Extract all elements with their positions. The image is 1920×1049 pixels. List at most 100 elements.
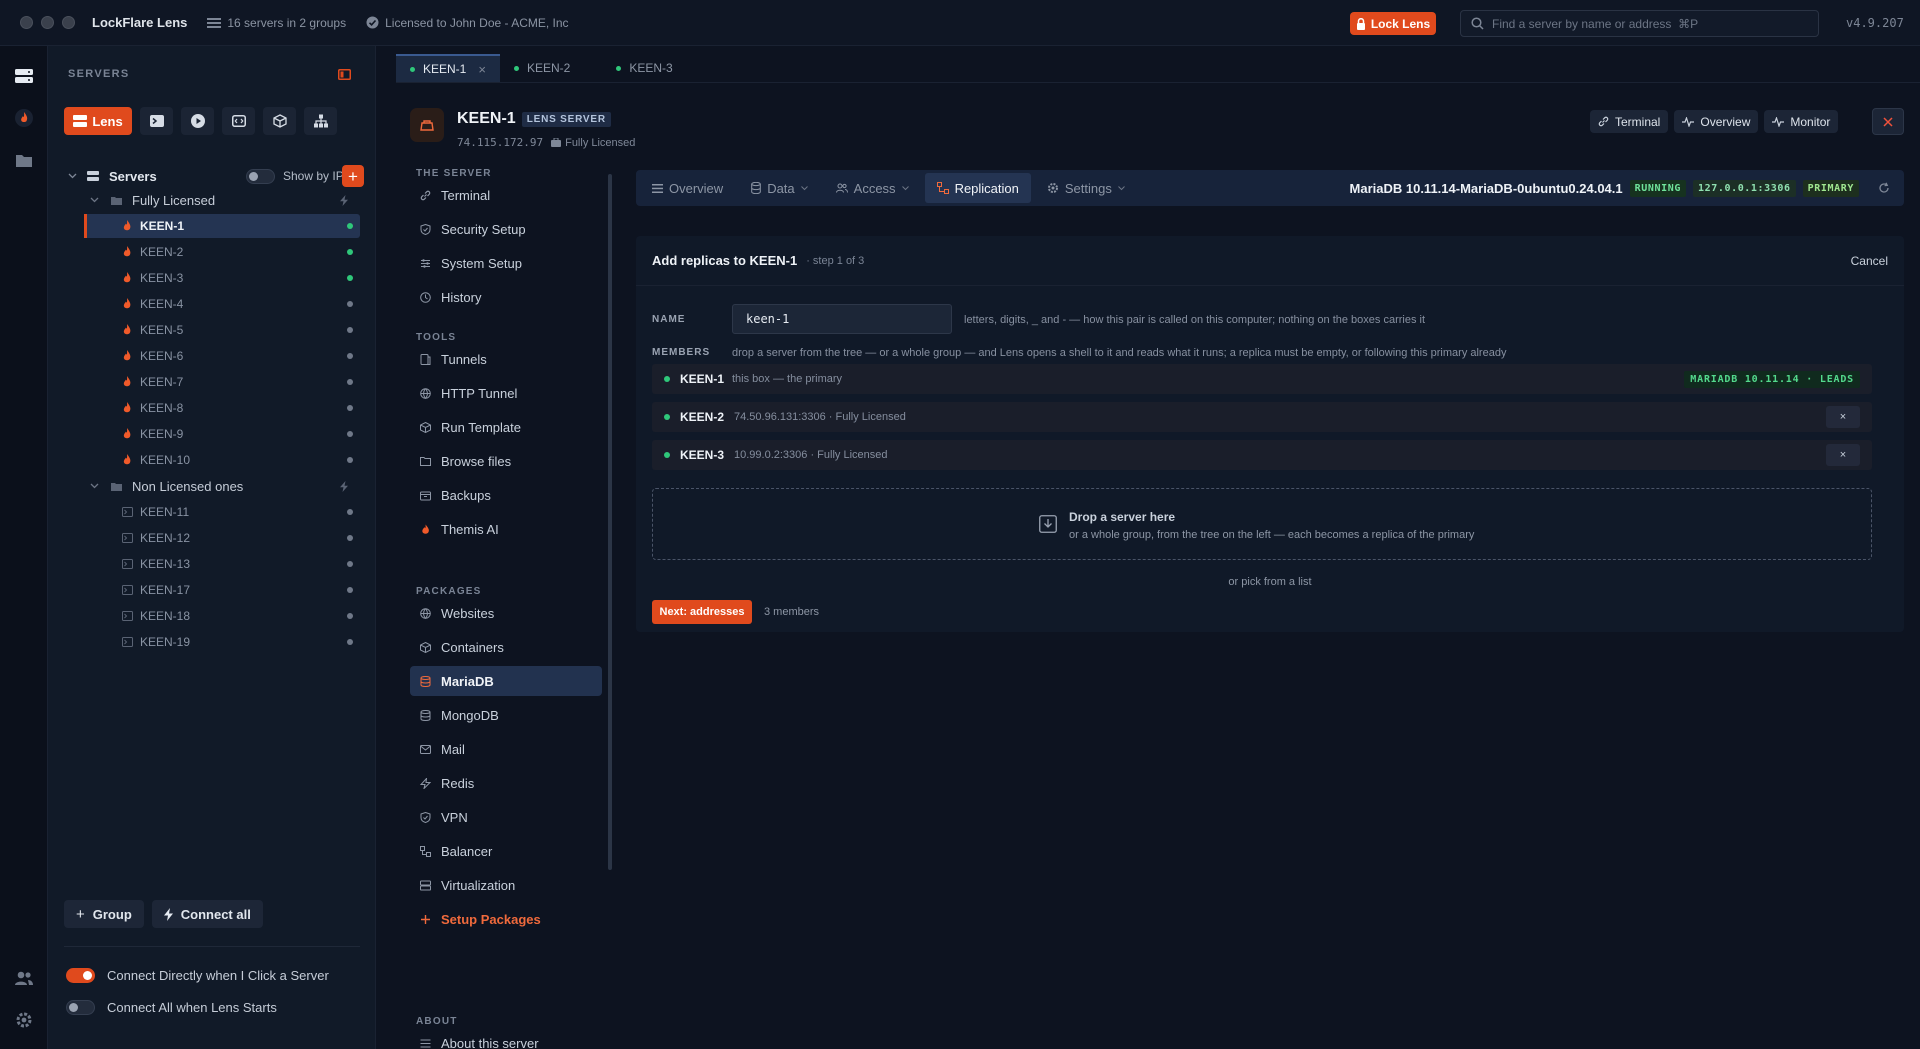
nav-item-mariadb[interactable]: MariaDB xyxy=(410,666,602,696)
search-input[interactable] xyxy=(1492,16,1792,31)
nav-item-history[interactable]: History xyxy=(410,282,602,312)
nav-item-about-this-server[interactable]: About this server xyxy=(410,1028,602,1049)
history-icon xyxy=(420,291,431,303)
server-item-keen-5[interactable]: KEEN-5 xyxy=(84,318,360,342)
server-group[interactable]: Fully Licensed xyxy=(84,188,360,212)
lens-button[interactable]: Lens xyxy=(64,107,132,135)
tab-keen-3[interactable]: KEEN-3 xyxy=(602,54,686,82)
mariadb-icon xyxy=(420,675,431,687)
server-group[interactable]: Non Licensed ones xyxy=(84,474,360,498)
refresh-icon[interactable] xyxy=(1878,182,1890,194)
tab-settings[interactable]: Settings xyxy=(1035,173,1137,203)
nav-item-mongodb[interactable]: MongoDB xyxy=(410,700,602,730)
add-server-button[interactable]: + xyxy=(342,165,364,187)
lock-lens-button[interactable]: Lock Lens xyxy=(1350,12,1436,35)
terminal-button[interactable]: Terminal xyxy=(1590,110,1669,133)
tab-keen-2[interactable]: KEEN-2 xyxy=(500,54,602,82)
nav-item-themis-ai[interactable]: Themis AI xyxy=(410,514,602,544)
nav-item-terminal[interactable]: Terminal xyxy=(410,180,602,210)
tab-keen-1[interactable]: KEEN-1 × xyxy=(396,54,500,82)
status-dot xyxy=(347,535,353,541)
tab-data[interactable]: Data xyxy=(739,173,819,203)
server-item-keen-11[interactable]: KEEN-11 xyxy=(84,500,360,524)
next-addresses-button[interactable]: Next: addresses xyxy=(652,600,752,624)
connect-directly-switch[interactable] xyxy=(66,968,95,983)
bolt-icon[interactable] xyxy=(340,480,348,492)
folder-icon[interactable] xyxy=(12,148,36,172)
cancel-button[interactable]: Cancel xyxy=(1851,254,1888,268)
nav-item-http-tunnel[interactable]: HTTP Tunnel xyxy=(410,378,602,408)
server-item-keen-7[interactable]: KEEN-7 xyxy=(84,370,360,394)
activity-icon xyxy=(1682,116,1695,127)
drop-subtitle: or a whole group, from the tree on the l… xyxy=(1069,529,1475,541)
users-icon[interactable] xyxy=(12,966,36,990)
status-dot xyxy=(664,376,670,382)
db-status: MariaDB 10.11.14-MariaDB-0ubuntu0.24.04.… xyxy=(1350,179,1890,197)
gear-icon[interactable] xyxy=(12,1008,36,1032)
network-tool-button[interactable] xyxy=(304,107,337,135)
nav-item-websites[interactable]: Websites xyxy=(410,598,602,628)
servers-rail-icon[interactable] xyxy=(12,64,36,88)
flame-icon[interactable] xyxy=(12,106,36,130)
monitor-button[interactable]: Monitor xyxy=(1764,110,1839,133)
play-tool-button[interactable] xyxy=(181,107,214,135)
nav-item-security-setup[interactable]: Security Setup xyxy=(410,214,602,244)
nav-item-virtualization[interactable]: Virtualization xyxy=(410,870,602,900)
nav-item-tunnels[interactable]: Tunnels xyxy=(410,344,602,374)
show-by-ip-toggle[interactable]: Show by IP xyxy=(246,168,344,184)
server-item-keen-8[interactable]: KEEN-8 xyxy=(84,396,360,420)
close-tab-icon[interactable]: × xyxy=(478,62,486,77)
server-item-keen-19[interactable]: KEEN-19 xyxy=(84,630,360,654)
status-dot xyxy=(347,301,353,307)
connect-all-button[interactable]: Connect all xyxy=(151,900,263,928)
server-item-keen-10[interactable]: KEEN-10 xyxy=(84,448,360,472)
server-item-keen-12[interactable]: KEEN-12 xyxy=(84,526,360,550)
terminal-tool-button[interactable] xyxy=(140,107,173,135)
tab-access[interactable]: Access xyxy=(824,173,921,203)
connect-on-start-switch[interactable] xyxy=(66,1000,95,1015)
server-item-keen-1[interactable]: KEEN-1 xyxy=(84,214,360,238)
close-window-button[interactable] xyxy=(20,16,33,29)
nav-item-redis[interactable]: Redis xyxy=(410,768,602,798)
package-tool-button[interactable] xyxy=(263,107,296,135)
server-item-keen-3[interactable]: KEEN-3 xyxy=(84,266,360,290)
nav-item-containers[interactable]: Containers xyxy=(410,632,602,662)
server-item-keen-6[interactable]: KEEN-6 xyxy=(84,344,360,368)
code-tool-button[interactable] xyxy=(222,107,255,135)
server-item-keen-9[interactable]: KEEN-9 xyxy=(84,422,360,446)
server-item-keen-13[interactable]: KEEN-13 xyxy=(84,552,360,576)
remove-member-button[interactable]: × xyxy=(1826,406,1860,428)
nav-item-balancer[interactable]: Balancer xyxy=(410,836,602,866)
server-item-keen-17[interactable]: KEEN-17 xyxy=(84,578,360,602)
servers-tree-root[interactable]: Servers Show by IP + xyxy=(64,162,364,190)
add-group-button[interactable]: + Group xyxy=(64,900,144,928)
close-server-button[interactable] xyxy=(1872,108,1904,135)
nav-item-browse-files[interactable]: Browse files xyxy=(410,446,602,476)
nav-item-backups[interactable]: Backups xyxy=(410,480,602,510)
server-item-keen-2[interactable]: KEEN-2 xyxy=(84,240,360,264)
server-drop-zone[interactable]: Drop a server here or a whole group, fro… xyxy=(652,488,1872,560)
remove-member-button[interactable]: × xyxy=(1826,444,1860,466)
nav-item-system-setup[interactable]: System Setup xyxy=(410,248,602,278)
minimize-window-button[interactable] xyxy=(41,16,54,29)
add-replicas-wizard: Add replicas to KEEN-1 · step 1 of 3 Can… xyxy=(636,236,1904,632)
server-item-keen-18[interactable]: KEEN-18 xyxy=(84,604,360,628)
bolt-icon[interactable] xyxy=(340,194,348,206)
nav-item-vpn[interactable]: VPN xyxy=(410,802,602,832)
pair-name-input[interactable] xyxy=(732,304,952,334)
show-by-ip-switch[interactable] xyxy=(246,168,275,184)
overview-button[interactable]: Overview xyxy=(1674,110,1759,133)
nav-item-setup-packages[interactable]: Setup Packages xyxy=(410,904,602,934)
tab-overview[interactable]: Overview xyxy=(640,173,735,203)
tab-replication[interactable]: Replication xyxy=(924,173,1031,203)
nav-item-mail[interactable]: Mail xyxy=(410,734,602,764)
maximize-window-button[interactable] xyxy=(62,16,75,29)
server-search[interactable] xyxy=(1460,10,1819,37)
collapse-panel-icon[interactable] xyxy=(338,68,351,83)
nav-item-run-template[interactable]: Run Template xyxy=(410,412,602,442)
pick-from-list-link[interactable]: or pick from a list xyxy=(636,576,1904,588)
connect-on-start-setting[interactable]: Connect All when Lens Starts xyxy=(66,1000,277,1015)
server-nav-scrollbar[interactable] xyxy=(608,174,612,870)
server-item-keen-4[interactable]: KEEN-4 xyxy=(84,292,360,316)
connect-directly-setting[interactable]: Connect Directly when I Click a Server xyxy=(66,968,329,983)
